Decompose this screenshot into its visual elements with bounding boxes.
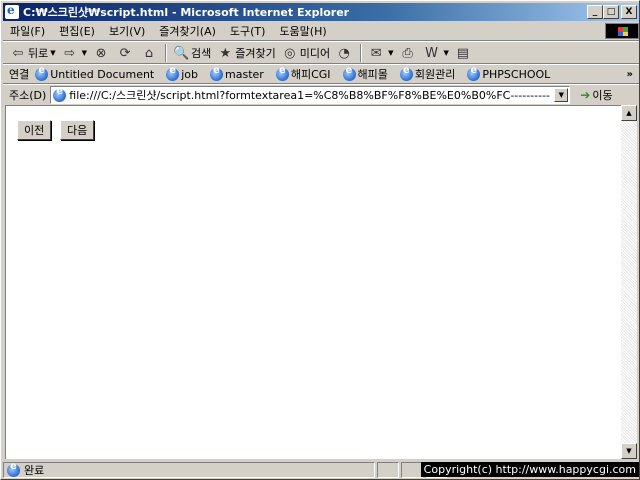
scroll-up-icon[interactable]: ▲ (621, 105, 637, 121)
link-label: 해피몰 (357, 68, 388, 81)
address-dropdown-icon[interactable]: ▼ (554, 88, 569, 102)
discuss-button[interactable]: ▤ (452, 43, 476, 63)
mail-button[interactable]: ✉ ▼ (365, 43, 396, 63)
ie-page-icon (35, 65, 49, 81)
history-button[interactable]: ◔ (333, 43, 357, 63)
ie-page-icon (399, 65, 413, 81)
ie-page-icon (275, 65, 289, 81)
ie-page-icon (342, 65, 356, 81)
print-button[interactable]: ⎙ (397, 43, 421, 63)
stop-button[interactable]: ⊗ (90, 43, 114, 63)
link-phpschool[interactable]: PHPSCHOOL (467, 65, 551, 81)
back-label: 뒤로 (28, 47, 49, 60)
history-icon: ◔ (338, 45, 350, 61)
media-icon: ◎ (284, 45, 296, 61)
go-button[interactable]: ➔ 이동 (580, 87, 612, 103)
mail-dropdown-icon[interactable]: ▼ (388, 49, 393, 57)
links-label: 연결 (9, 68, 30, 81)
back-button[interactable]: ⇦ 뒤로 ▼ (7, 43, 59, 63)
refresh-button[interactable]: ⟳ (114, 43, 138, 63)
next-button[interactable]: 다음 (60, 120, 95, 140)
mail-icon: ✉ (370, 45, 382, 61)
media-button[interactable]: ◎ 미디어 (279, 43, 333, 63)
menu-tools[interactable]: 도구(T) (223, 23, 273, 39)
address-input[interactable]: file:///C:/스크린샷/script.html?formtextarea… (50, 86, 571, 104)
page-content: 이전 다음 (5, 105, 621, 459)
maximize-button[interactable]: □ (603, 5, 619, 19)
link-happycgi[interactable]: 해피CGI (275, 65, 331, 82)
minimize-button[interactable]: _ (587, 5, 603, 19)
link-label: PHPSCHOOL (482, 67, 551, 81)
menu-file[interactable]: 파일(F) (3, 23, 52, 39)
search-label: 검색 (191, 47, 212, 60)
window-controls: _ □ X (587, 5, 637, 19)
status-text: 완료 (24, 464, 45, 477)
back-arrow-icon: ⇦ (12, 45, 24, 61)
go-label: 이동 (592, 89, 613, 102)
discuss-icon: ▤ (456, 45, 470, 61)
status-cell (377, 462, 399, 478)
edit-button[interactable]: W ▼ (421, 43, 452, 63)
scroll-down-icon[interactable]: ▼ (621, 443, 637, 459)
forward-button[interactable]: ⇨ ▼ (59, 43, 90, 63)
menu-favorites[interactable]: 즐겨찾기(A) (152, 23, 223, 39)
home-icon: ⌂ (144, 45, 154, 61)
status-main: 완료 (3, 461, 375, 478)
favorites-label: 즐겨찾기 (235, 47, 276, 60)
address-label: 주소(D) (9, 89, 47, 102)
edit-dropdown-icon[interactable]: ▼ (444, 49, 449, 57)
ie-logo-icon (5, 3, 19, 19)
menu-view[interactable]: 보기(V) (102, 23, 152, 39)
go-arrow-icon: ➔ (580, 88, 591, 102)
word-icon: W (425, 45, 438, 61)
link-happymall[interactable]: 해피몰 (342, 65, 388, 82)
vertical-scrollbar[interactable]: ▲ ▼ (621, 105, 637, 459)
browser-window: C:₩스크린샷₩script.html - Microsoft Internet… (0, 0, 640, 480)
forward-arrow-icon: ⇨ (64, 45, 76, 61)
toolbar-separator (360, 44, 363, 62)
link-master[interactable]: master (210, 65, 264, 81)
ie-page-icon (467, 65, 481, 81)
close-button[interactable]: X (621, 5, 637, 19)
link-label: 해피CGI (290, 68, 331, 81)
links-bar: 연결 Untitled Document job master 해피CGI 해피… (3, 65, 639, 83)
menu-edit[interactable]: 편집(E) (52, 23, 102, 39)
ie-page-icon (7, 461, 20, 477)
windows-logo-icon (605, 23, 639, 39)
address-value[interactable]: file:///C:/스크린샷/script.html?formtextarea… (69, 87, 554, 103)
ie-page-icon (166, 65, 180, 81)
favorites-button[interactable]: ★ 즐겨찾기 (214, 43, 278, 63)
window-title: C:₩스크린샷₩script.html - Microsoft Internet… (23, 6, 350, 19)
copyright-watermark: Copyright(c) http://www.happycgi.com (420, 462, 639, 477)
media-label: 미디어 (299, 47, 331, 60)
ie-page-icon (53, 86, 67, 102)
prev-button[interactable]: 이전 (17, 120, 52, 140)
link-label: job (181, 67, 199, 81)
back-dropdown-icon[interactable]: ▼ (50, 49, 55, 57)
home-button[interactable]: ⌂ (138, 43, 162, 63)
forward-dropdown-icon[interactable]: ▼ (82, 49, 87, 57)
title-bar[interactable]: C:₩스크린샷₩script.html - Microsoft Internet… (3, 3, 639, 21)
search-button[interactable]: 🔍 검색 (170, 43, 214, 63)
links-more-icon[interactable]: » (627, 69, 633, 80)
link-label: Untitled Document (50, 67, 155, 81)
toolbar-separator (165, 44, 168, 62)
link-label: 회원관리 (414, 68, 456, 81)
link-label: master (225, 67, 264, 81)
link-member-admin[interactable]: 회원관리 (399, 65, 456, 82)
favorites-icon: ★ (219, 45, 232, 61)
status-bar: 완료 Copyright(c) http://www.happycgi.com (3, 461, 639, 479)
link-untitled-document[interactable]: Untitled Document (35, 65, 155, 81)
search-icon: 🔍 (172, 45, 190, 61)
ie-page-icon (210, 65, 224, 81)
menu-help[interactable]: 도움말(H) (272, 23, 333, 39)
stop-icon: ⊗ (95, 45, 107, 61)
standard-toolbar: ⇦ 뒤로 ▼ ⇨ ▼ ⊗ ⟳ ⌂ 🔍 검색 ★ 즐겨찾기 ◎ 미디어 ◔ ✉ ▼… (3, 42, 639, 64)
address-bar: 주소(D) file:///C:/스크린샷/script.html?formte… (3, 85, 639, 105)
link-job[interactable]: job (166, 65, 199, 81)
menu-bar: 파일(F) 편집(E) 보기(V) 즐겨찾기(A) 도구(T) 도움말(H) (3, 22, 639, 40)
refresh-icon: ⟳ (119, 45, 131, 61)
print-icon: ⎙ (402, 45, 413, 61)
